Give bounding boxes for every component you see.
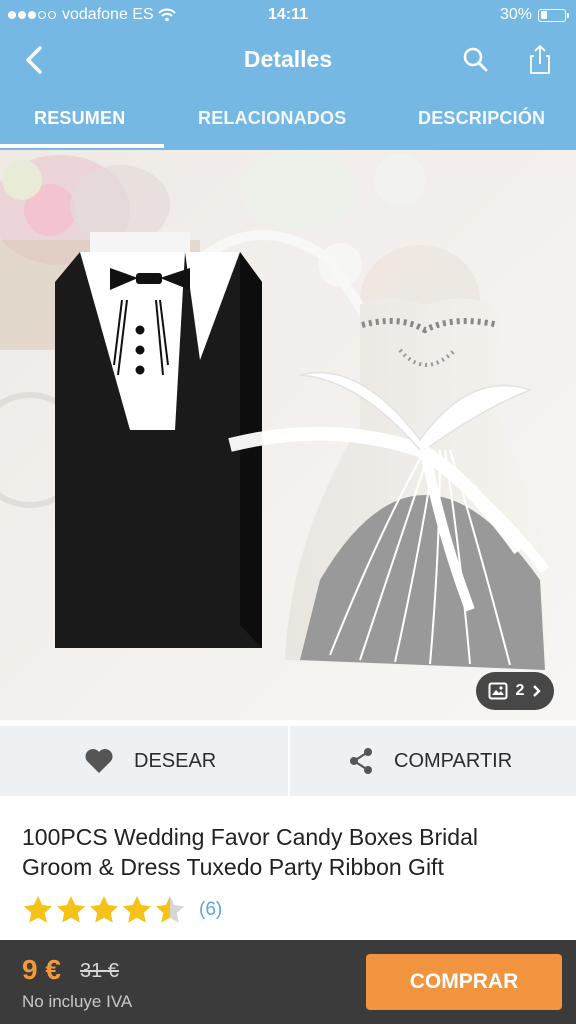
tab-bar: RESUMEN RELACIONADOS DESCRIPCIÓN [0,90,576,150]
wish-button[interactable]: DESEAR [84,726,216,796]
share-product-button[interactable]: COMPARTIR [348,726,512,796]
star-icon [156,896,184,923]
battery-info: 30% [499,6,569,24]
star-icon [90,896,118,923]
product-image[interactable] [0,150,576,720]
gallery-counter-button[interactable]: 2 [476,672,554,710]
share-nodes-icon [350,748,372,774]
battery-percent: 30% [499,6,532,23]
wish-label: DESEAR [134,749,217,772]
star-icon [57,896,85,923]
tax-note: No incluye IVA [22,992,133,1011]
navigation-bar: Detalles [0,32,576,90]
battery-icon [538,8,569,22]
original-price: 31 € [80,960,119,982]
heart-icon [85,749,113,773]
star-icon [123,896,151,923]
star-icon [24,896,52,923]
product-title-line: Groom & Dress Tuxedo Party Ribbon Gift [22,854,444,880]
tab-descripcion[interactable]: DESCRIPCIÓN [418,108,545,129]
share-button[interactable] [520,40,560,80]
gallery-count: 2 [515,682,525,699]
tab-resumen[interactable]: RESUMEN [34,108,125,129]
app-header: vodafone ES 14:11 30% Detalles RESUMEN R… [0,0,576,150]
share-icon [530,45,550,74]
product-title-line: 100PCS Wedding Favor Candy Boxes Bridal [22,824,478,850]
star-rating [22,894,186,926]
clock: 14:11 [267,6,309,23]
tab-relacionados[interactable]: RELACIONADOS [198,108,346,129]
search-icon [463,47,488,72]
image-icon [488,682,508,700]
status-bar: vodafone ES 14:11 30% [0,0,576,32]
share-label: COMPARTIR [394,749,513,772]
action-bar: DESEAR COMPARTIR [0,726,576,796]
rating-row[interactable]: (6) [22,894,222,926]
product-photo [0,150,576,720]
current-price: 9 € [22,954,61,985]
review-count[interactable]: (6) [199,899,222,921]
product-title: 100PCS Wedding Favor Candy Boxes Bridal … [22,822,552,882]
buy-button[interactable]: COMPRAR [366,954,562,1010]
search-button[interactable] [456,40,496,80]
active-tab-indicator [0,144,164,148]
chevron-right-icon [533,685,542,697]
divider [288,726,290,796]
